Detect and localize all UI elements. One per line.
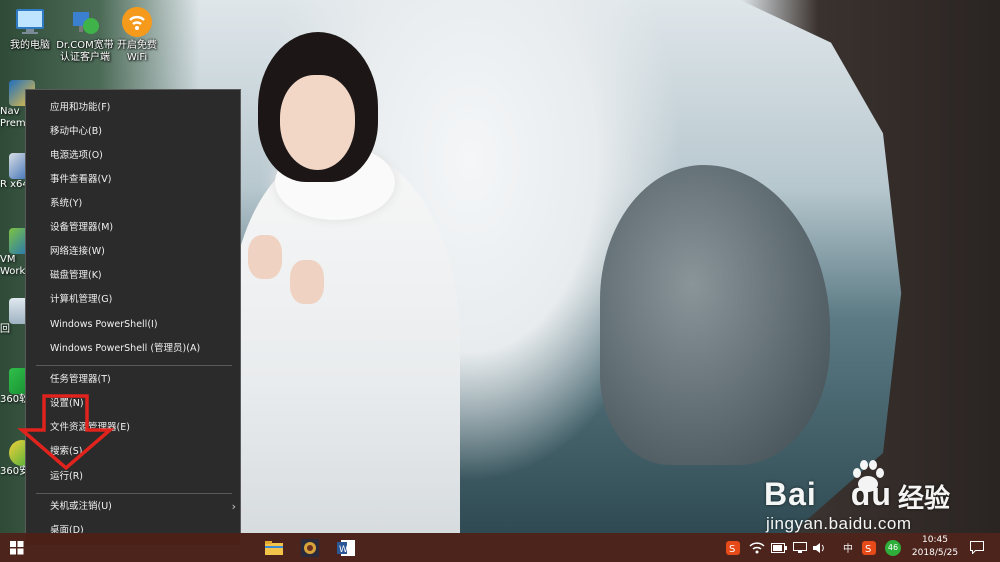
svg-text:W: W	[339, 545, 348, 555]
chevron-right-icon: ›	[231, 500, 236, 513]
menu-item-file-explorer[interactable]: 文件资源管理器(E)	[26, 416, 240, 440]
word-icon: W	[337, 539, 355, 556]
menu-item-disk-management[interactable]: 磁盘管理(K)	[26, 264, 240, 288]
speaker-icon	[813, 542, 824, 553]
watermark-brand-text: Bai	[764, 476, 817, 512]
network-client-icon	[69, 6, 101, 38]
svg-text:S: S	[729, 544, 735, 555]
menu-item-label: 网络连接(W)	[50, 246, 105, 257]
desktop-icon-label: Dr.COM宽带认证客户端	[56, 40, 114, 63]
notification-icon	[970, 541, 984, 554]
menu-item-task-manager[interactable]: 任务管理器(T)	[26, 368, 240, 392]
desktop-icon-label: 回	[0, 324, 10, 335]
taskbar: W S 中 S 46	[0, 533, 1000, 562]
menu-item-search[interactable]: 搜索(S)	[26, 440, 240, 464]
wallpaper-rock	[600, 165, 830, 465]
menu-separator	[36, 365, 232, 366]
menu-item-computer-management[interactable]: 计算机管理(G)	[26, 288, 240, 312]
menu-item-label: 关机或注销(U)	[50, 501, 112, 512]
menu-item-label: 设备管理器(M)	[50, 222, 114, 233]
computer-icon	[14, 6, 46, 38]
menu-separator	[36, 493, 232, 494]
menu-item-label: Windows PowerShell(I)	[50, 319, 158, 330]
tray-sogou-icon-2[interactable]: S	[859, 533, 879, 562]
menu-item-label: 应用和功能(F)	[50, 102, 111, 113]
folder-icon	[265, 540, 283, 555]
desktop-icon-label: 开启免费WiFi	[117, 40, 157, 63]
watermark-product: 经验	[898, 484, 951, 514]
desktop-icon-free-wifi[interactable]: 开启免费WiFi	[107, 6, 167, 64]
desktop-icon-label: VM Work	[0, 254, 26, 277]
menu-item-settings[interactable]: 设置(N)	[26, 392, 240, 416]
menu-item-label: 设置(N)	[50, 398, 84, 409]
notification-center-button[interactable]	[966, 533, 988, 562]
taskbar-game-app[interactable]	[295, 533, 325, 562]
desktop-icon-my-computer[interactable]: 我的电脑	[0, 6, 60, 52]
menu-item-label: 搜索(S)	[50, 446, 83, 457]
menu-item-powershell[interactable]: Windows PowerShell(I)	[26, 313, 240, 337]
menu-item-event-viewer[interactable]: 事件查看器(V)	[26, 168, 240, 192]
clock-date: 2018/5/25	[911, 548, 959, 558]
menu-item-label: 磁盘管理(K)	[50, 270, 102, 281]
menu-item-apps-features[interactable]: 应用和功能(F)	[26, 96, 240, 120]
menu-item-label: 电源选项(O)	[50, 150, 103, 161]
windows-icon	[10, 540, 24, 554]
menu-item-device-manager[interactable]: 设备管理器(M)	[26, 216, 240, 240]
taskbar-word[interactable]: W	[331, 533, 361, 562]
desktop-icon-label: 我的电脑	[10, 40, 50, 51]
menu-item-label: 计算机管理(G)	[50, 294, 113, 305]
menu-item-system[interactable]: 系统(Y)	[26, 192, 240, 216]
wifi-icon	[121, 6, 153, 38]
sogou-icon: S	[726, 540, 740, 555]
menu-item-label: Windows PowerShell (管理员)(A)	[50, 343, 201, 354]
tray-360-badge[interactable]: 46	[882, 533, 904, 562]
menu-item-label: 移动中心(B)	[50, 126, 102, 137]
clock-time: 10:45	[922, 535, 948, 545]
tray-wifi-icon[interactable]	[746, 533, 768, 562]
menu-item-run[interactable]: 运行(R)	[26, 465, 240, 489]
battery-icon	[771, 542, 787, 553]
taskbar-file-explorer[interactable]	[259, 533, 289, 562]
tray-input-method[interactable]: 中	[838, 533, 858, 562]
menu-item-powershell-admin[interactable]: Windows PowerShell (管理员)(A)	[26, 337, 240, 361]
badge-icon: 46	[885, 539, 901, 556]
monitor-icon	[793, 541, 807, 553]
tray-battery-icon[interactable]	[768, 533, 790, 562]
wifi-icon	[749, 541, 765, 553]
winx-context-menu: 应用和功能(F) 移动中心(B) 电源选项(O) 事件查看器(V) 系统(Y) …	[25, 89, 241, 546]
tray-network-icon[interactable]	[790, 533, 810, 562]
svg-text:S: S	[865, 544, 871, 555]
menu-item-mobility-center[interactable]: 移动中心(B)	[26, 120, 240, 144]
menu-item-shutdown-signout[interactable]: 关机或注销(U) ›	[26, 495, 240, 519]
menu-item-network-connections[interactable]: 网络连接(W)	[26, 240, 240, 264]
start-button[interactable]	[2, 533, 32, 562]
menu-item-label: 事件查看器(V)	[50, 174, 112, 185]
menu-item-label: 文件资源管理器(E)	[50, 422, 130, 433]
menu-item-label: 系统(Y)	[50, 198, 83, 209]
desktop-icon-drcom[interactable]: Dr.COM宽带认证客户端	[55, 6, 115, 64]
menu-item-power-options[interactable]: 电源选项(O)	[26, 144, 240, 168]
menu-item-label: 运行(R)	[50, 471, 84, 482]
wallpaper-figure	[230, 30, 460, 533]
tray-sogou-icon[interactable]: S	[722, 533, 744, 562]
game-icon	[301, 538, 319, 557]
menu-item-label: 任务管理器(T)	[50, 374, 111, 385]
watermark-url: jingyan.baidu.com	[766, 514, 912, 533]
baidu-jingyan-watermark: Bai du 经验 jingyan.baidu.com	[764, 456, 994, 533]
taskbar-clock[interactable]: 10:45 2018/5/25	[905, 534, 965, 560]
sogou-icon: S	[862, 540, 876, 555]
baidu-paw-icon	[853, 460, 884, 492]
input-method-label: 中	[843, 544, 853, 555]
tray-volume-icon[interactable]	[809, 533, 829, 562]
